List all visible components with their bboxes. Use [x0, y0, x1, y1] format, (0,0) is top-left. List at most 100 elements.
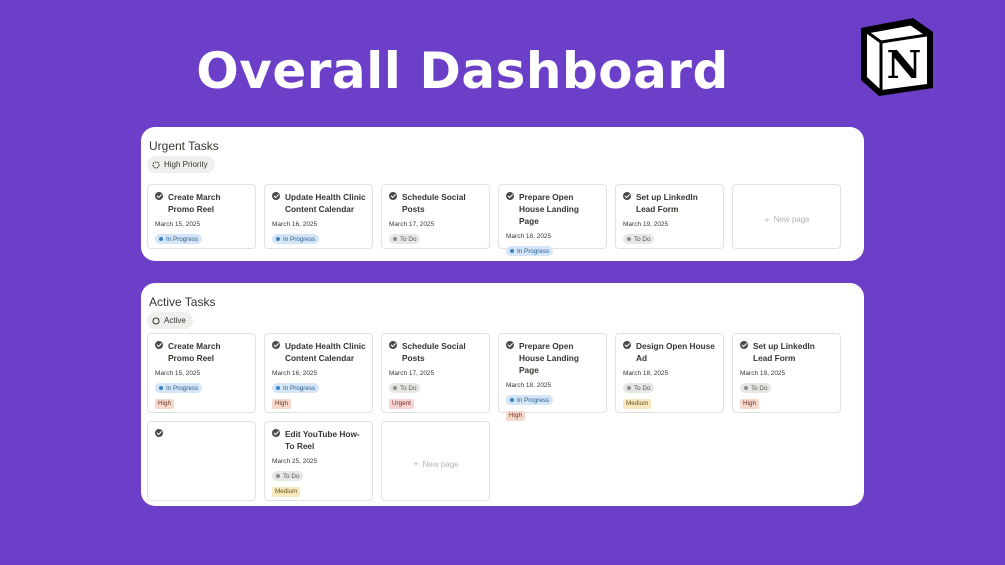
task-title: Prepare Open House Landing Page	[519, 341, 579, 375]
status-dot-icon	[510, 249, 514, 253]
view-chip-high-priority[interactable]: High Priority	[147, 156, 215, 173]
task-card[interactable]: Prepare Open House Landing Page March 18…	[498, 184, 607, 256]
plus-icon: +	[764, 214, 770, 225]
task-date: March 18, 2025	[506, 233, 552, 240]
status-dot-icon	[393, 386, 397, 390]
urgent-cards-board: Create March Promo Reel March 15, 2025 I…	[147, 184, 864, 256]
status-badge: To Do	[623, 383, 655, 393]
status-badge: To Do	[389, 383, 421, 393]
check-circle-icon	[272, 341, 280, 349]
task-date: March 15, 2025	[155, 370, 201, 377]
task-date: March 19, 2025	[740, 370, 786, 377]
task-title: Update Health Clinic Content Calendar	[285, 341, 366, 363]
task-date: March 16, 2025	[272, 370, 318, 377]
check-circle-icon	[272, 192, 280, 200]
check-circle-icon	[155, 341, 163, 349]
task-card[interactable]: Create March Promo Reel March 15, 2025 I…	[147, 333, 256, 413]
task-title: Update Health Clinic Content Calendar	[285, 192, 366, 214]
view-chip-active[interactable]: Active	[147, 312, 193, 329]
priority-badge: Medium	[623, 399, 652, 409]
priority-badge: Urgent	[389, 399, 414, 409]
view-chip-label: High Priority	[164, 160, 208, 169]
status-badge: In Progress	[155, 234, 203, 244]
task-card[interactable]: Schedule Social Posts March 17, 2025 To …	[381, 184, 490, 249]
priority-badge: High	[272, 399, 291, 409]
task-date: March 17, 2025	[389, 370, 435, 377]
status-badge: In Progress	[506, 246, 554, 256]
task-title: Prepare Open House Landing Page	[519, 192, 579, 226]
task-card[interactable]: Update Health Clinic Content Calendar Ma…	[264, 184, 373, 249]
notion-logo-icon: N	[861, 18, 933, 96]
task-card[interactable]: Schedule Social Posts March 17, 2025 To …	[381, 333, 490, 413]
task-card[interactable]: Create March Promo Reel March 15, 2025 I…	[147, 184, 256, 249]
status-label: In Progress	[166, 235, 199, 243]
task-card[interactable]: Set up LinkedIn Lead Form March 19, 2025…	[615, 184, 724, 249]
task-title: Schedule Social Posts	[402, 192, 466, 214]
page-title: Overall Dashboard	[196, 42, 729, 100]
status-dot-icon	[627, 386, 631, 390]
task-date: March 15, 2025	[155, 221, 201, 228]
task-title: Set up LinkedIn Lead Form	[636, 192, 698, 214]
task-title: Set up LinkedIn Lead Form	[753, 341, 815, 363]
check-circle-icon	[155, 429, 163, 437]
task-title: Create March Promo Reel	[168, 341, 221, 363]
status-label: In Progress	[517, 247, 550, 255]
check-circle-icon	[155, 192, 163, 200]
active-tasks-title: Active Tasks	[149, 295, 216, 309]
urgent-tasks-title: Urgent Tasks	[149, 139, 219, 153]
status-label: In Progress	[283, 235, 316, 243]
plus-icon: +	[413, 459, 419, 469]
status-label: In Progress	[283, 384, 316, 392]
check-circle-icon	[272, 429, 280, 437]
task-date: March 16, 2025	[272, 221, 318, 228]
status-label: In Progress	[166, 384, 199, 392]
status-dot-icon	[510, 398, 514, 402]
task-date: March 17, 2025	[389, 221, 435, 228]
priority-badge: High	[740, 399, 759, 409]
status-badge: To Do	[740, 383, 772, 393]
active-cards-board: Create March Promo Reel March 15, 2025 I…	[147, 333, 864, 501]
task-date: March 25, 2025	[272, 458, 318, 465]
status-label: To Do	[751, 384, 768, 392]
task-card[interactable]: Set up LinkedIn Lead Form March 19, 2025…	[732, 333, 841, 413]
status-badge: In Progress	[272, 383, 320, 393]
task-card[interactable]: Prepare Open House Landing Page March 18…	[498, 333, 607, 421]
urgent-tasks-panel: Urgent Tasks High Priority Create March …	[141, 127, 864, 261]
status-label: In Progress	[517, 396, 550, 404]
status-dot-icon	[276, 386, 280, 390]
check-circle-icon	[623, 192, 631, 200]
status-dot-icon	[159, 386, 163, 390]
task-card[interactable]: Edit YouTube How-To Reel March 25, 2025 …	[264, 421, 373, 501]
task-date: March 18, 2025	[623, 370, 669, 377]
new-page-label: New page	[773, 215, 810, 224]
check-circle-icon	[740, 341, 748, 349]
priority-badge: Medium	[272, 487, 301, 497]
priority-badge: High	[155, 399, 174, 409]
task-card-partial[interactable]	[147, 421, 256, 501]
status-badge: To Do	[272, 471, 304, 481]
new-page-button[interactable]: + New page	[381, 421, 490, 501]
circle-icon	[152, 316, 160, 325]
new-page-button[interactable]: + New page	[732, 184, 841, 249]
task-title: Create March Promo Reel	[168, 192, 221, 214]
status-label: To Do	[400, 235, 417, 243]
new-page-label: New page	[422, 459, 459, 469]
status-dot-icon	[276, 474, 280, 478]
status-badge: In Progress	[506, 395, 554, 405]
status-badge: In Progress	[155, 383, 203, 393]
status-badge: To Do	[389, 234, 421, 244]
task-date: March 19, 2025	[623, 221, 669, 228]
task-title: Schedule Social Posts	[402, 341, 466, 363]
check-circle-icon	[389, 192, 397, 200]
status-dot-icon	[744, 386, 748, 390]
check-circle-icon	[506, 341, 514, 349]
view-chip-label: Active	[164, 316, 186, 325]
check-circle-icon	[389, 341, 397, 349]
task-card[interactable]: Design Open House Ad March 18, 2025 To D…	[615, 333, 724, 413]
status-label: To Do	[634, 384, 651, 392]
status-label: To Do	[283, 472, 300, 480]
status-dot-icon	[627, 237, 631, 241]
task-card[interactable]: Update Health Clinic Content Calendar Ma…	[264, 333, 373, 413]
status-dot-icon	[393, 237, 397, 241]
priority-badge: High	[506, 411, 525, 421]
